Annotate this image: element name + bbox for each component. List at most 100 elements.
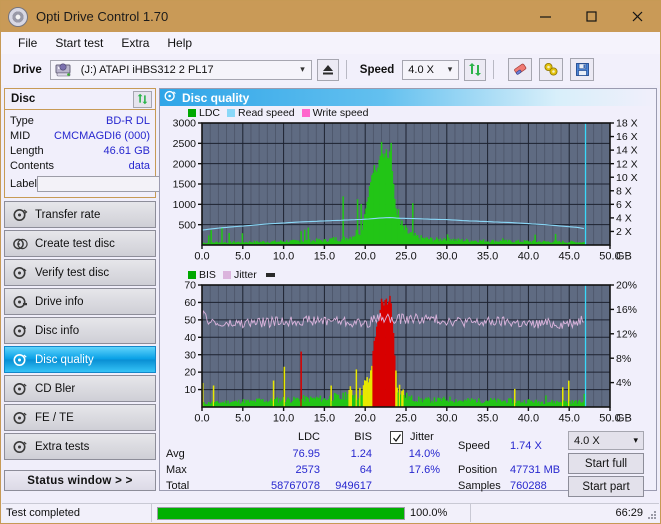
stats-total-bis: 949617	[335, 480, 372, 492]
sidebar-item-disc-info[interactable]: Disc info	[4, 317, 156, 344]
tools-icon	[544, 63, 558, 76]
sidebar-item-cd-bler[interactable]: CD Bler	[4, 375, 156, 402]
disc-verify-icon	[9, 266, 31, 280]
drive-select[interactable]: (J:) ATAPI iHBS312 2 PL17 ▾	[49, 59, 312, 80]
fe-te-icon	[9, 411, 31, 425]
sidebar-item-verify-test-disc[interactable]: Verify test disc	[4, 259, 156, 286]
resize-grip-icon[interactable]	[646, 509, 657, 520]
disc-info-icon	[9, 324, 31, 338]
chart-bottom-legend: BIS Jitter	[160, 267, 656, 281]
svg-text:40: 40	[184, 332, 196, 344]
title-bar: Opti Drive Control 1.70	[1, 1, 660, 32]
svg-text:30: 30	[184, 349, 196, 361]
disc-speed-icon	[9, 208, 31, 222]
refresh-icon	[137, 93, 148, 105]
disc-info-rows: Type BD-R DL MID CMCMAGDI6 (000) Length …	[5, 110, 242, 197]
stats-avg-ldc: 76.95	[292, 448, 320, 460]
menu-item-start-test[interactable]: Start test	[46, 34, 112, 52]
disc-row-type: Type BD-R DL	[10, 113, 150, 128]
progress-fill	[158, 507, 404, 519]
main-body: Disc Type BD-R DL MID CMCMAGDI6 (000) Le…	[1, 85, 660, 497]
disc-row-value: CMCMAGDI6 (000)	[54, 129, 150, 142]
sidebar-item-label: Disc info	[35, 324, 80, 337]
maximize-icon[interactable]	[568, 1, 614, 32]
disc-row-value: BD-R DL	[105, 114, 150, 127]
legend-label: BIS	[199, 268, 216, 281]
drive-info-icon	[9, 295, 31, 309]
eject-icon	[322, 65, 333, 75]
sidebar-item-extra-tests[interactable]: Extra tests	[4, 433, 156, 460]
svg-text:10 X: 10 X	[616, 172, 638, 184]
sidebar-item-label: CD Bler	[35, 382, 76, 395]
refresh-button[interactable]	[464, 58, 487, 81]
test-speed-select[interactable]: 4.0 X ▾	[568, 431, 644, 450]
disc-row-key: Type	[10, 114, 34, 127]
svg-text:16%: 16%	[616, 304, 637, 316]
sidebar-item-fe-te[interactable]: FE / TE	[4, 404, 156, 431]
legend-label: Read speed	[238, 106, 295, 119]
save-icon	[575, 63, 589, 76]
start-part-label: Start part	[582, 480, 630, 493]
stats-avg-bis: 1.24	[350, 448, 372, 460]
svg-text:8 X: 8 X	[616, 185, 632, 197]
speed-select[interactable]: 4.0 X ▾	[402, 59, 460, 80]
chart-bis-jitter[interactable]: 10 20 30 40 50 60 70 4% 8% 12% 16% 20% 0.0 5.0 10.0 15.…	[160, 281, 656, 429]
svg-text:45.0: 45.0	[558, 413, 579, 425]
legend-swatch-write-speed	[301, 108, 310, 117]
test-speed-value: 4.0 X	[574, 434, 600, 447]
toolbar-divider	[345, 60, 347, 79]
sidebar-item-transfer-rate[interactable]: Transfer rate	[4, 201, 156, 228]
sidebar-item-label: Create test disc	[35, 237, 115, 250]
start-part-button[interactable]: Start part	[568, 476, 644, 497]
stats-max-ldc: 2573	[295, 464, 320, 476]
status-window-label: Status window > >	[27, 474, 133, 487]
close-icon[interactable]	[614, 1, 660, 32]
svg-text:4 X: 4 X	[616, 212, 632, 224]
jitter-label: Jitter	[410, 431, 434, 443]
disc-row-value: 46.61 GB	[103, 144, 150, 157]
status-text: Test completed	[6, 507, 80, 519]
disc-refresh-button[interactable]	[133, 90, 152, 108]
status-bar: Test completed 100.0% 66:29	[2, 503, 659, 522]
legend-item-ldc: LDC	[188, 107, 220, 119]
stats-row-label-max: Max	[166, 464, 187, 476]
menu-item-help[interactable]: Help	[158, 34, 201, 52]
jitter-checkbox[interactable]	[390, 431, 403, 444]
disc-row-contents: Contents data	[10, 158, 150, 173]
speed-stat-label: Speed	[458, 440, 490, 452]
chevron-down-icon: ▾	[447, 64, 453, 74]
svg-text:GB: GB	[616, 413, 632, 425]
disc-icon	[8, 6, 28, 27]
tools-button[interactable]	[539, 58, 564, 81]
svg-text:10.0: 10.0	[273, 251, 294, 263]
stats-max-jitter: 17.6%	[408, 464, 440, 476]
sidebar-item-drive-info[interactable]: Drive info	[4, 288, 156, 315]
sidebar-item-create-test-disc[interactable]: Create test disc	[4, 230, 156, 257]
legend-swatch-read-speed	[227, 108, 236, 117]
minimize-icon[interactable]	[522, 1, 568, 32]
sidebar-item-label: Verify test disc	[35, 266, 110, 279]
panel-header: Disc quality	[160, 89, 656, 106]
status-window-button[interactable]: Status window > >	[4, 470, 156, 491]
samples-stat-label: Samples	[458, 480, 501, 492]
save-button[interactable]	[570, 58, 595, 81]
chart-ldc[interactable]: 500 1000 1500 2000 2500 3000 2 X 4 X6 X 8 X 10 X 1…	[160, 119, 656, 267]
stats-avg-jitter: 14.0%	[408, 448, 440, 460]
svg-text:12 X: 12 X	[616, 158, 638, 170]
start-full-button[interactable]: Start full	[568, 453, 644, 474]
stats-row-label-avg: Avg	[166, 448, 185, 460]
svg-text:30.0: 30.0	[436, 413, 457, 425]
panel-title: Disc quality	[182, 90, 250, 105]
eject-button[interactable]	[316, 58, 339, 81]
position-stat-label: Position	[458, 464, 498, 476]
legend-label: LDC	[199, 106, 221, 119]
disc-quality-icon	[164, 90, 177, 105]
svg-text:25.0: 25.0	[395, 251, 416, 263]
svg-text:5.0: 5.0	[235, 251, 250, 263]
erase-button[interactable]	[508, 58, 533, 81]
svg-text:20.0: 20.0	[354, 251, 375, 263]
menu-item-file[interactable]: File	[9, 34, 46, 52]
svg-text:5.0: 5.0	[235, 413, 250, 425]
sidebar-item-disc-quality[interactable]: Disc quality	[4, 346, 156, 373]
menu-item-extra[interactable]: Extra	[112, 34, 158, 52]
